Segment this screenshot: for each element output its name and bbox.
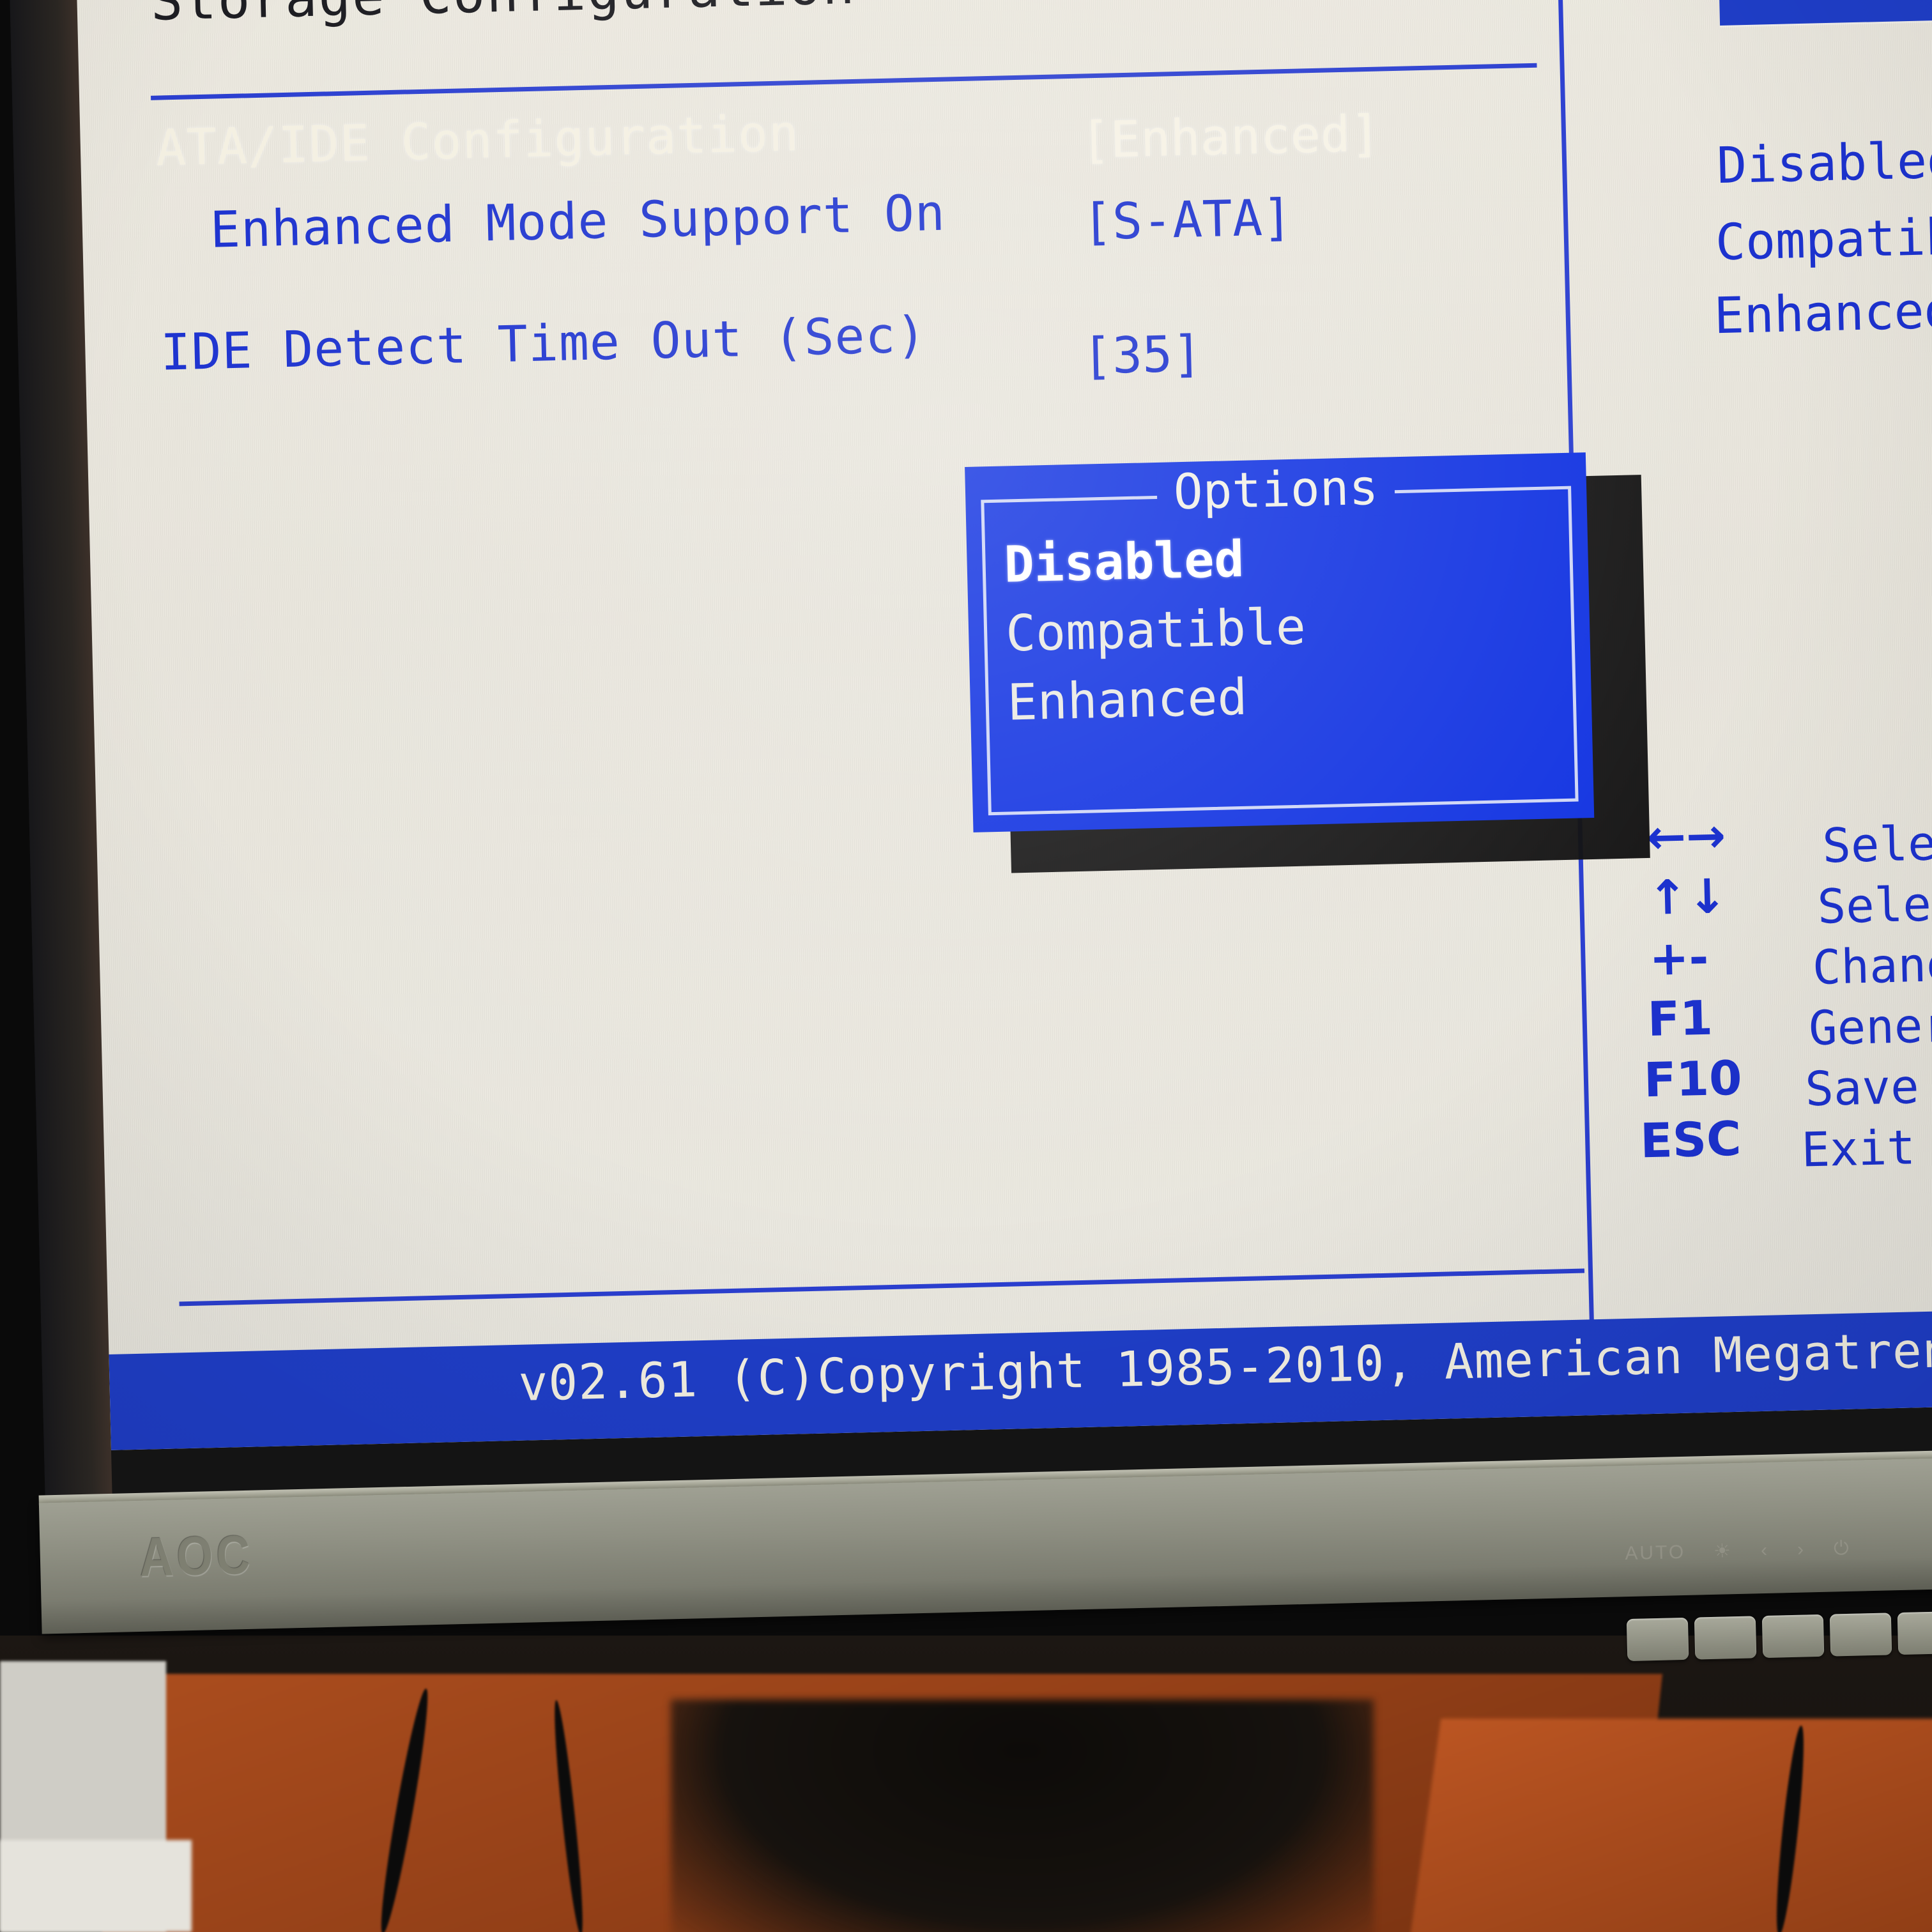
- osd-button-left[interactable]: [1761, 1614, 1825, 1659]
- key-action-select-screen: Select S: [1821, 813, 1932, 874]
- osd-button-auto[interactable]: [1626, 1617, 1689, 1662]
- options-dialog-item-disabled[interactable]: Disabled: [1004, 531, 1245, 594]
- options-dialog-item-enhanced[interactable]: Enhanced: [1007, 669, 1248, 732]
- left-chevron-icon[interactable]: ‹: [1761, 1539, 1770, 1561]
- help-panel-header: Op: [1718, 0, 1932, 26]
- auto-button-label[interactable]: AUTO: [1625, 1541, 1686, 1564]
- key-glyph-left-right: ←→: [1646, 808, 1727, 866]
- key-action-general-help: General H: [1808, 995, 1932, 1057]
- page-title: Storage Configuration: [150, 0, 856, 33]
- wall-left-lower: [0, 1840, 192, 1932]
- osd-button-brightness[interactable]: [1694, 1616, 1757, 1660]
- bios-copyright-text: v02.61 (C)Copyright 1985-2010, American …: [518, 1315, 1932, 1412]
- osd-button-power[interactable]: [1897, 1611, 1932, 1655]
- monitor: Storage Configuration ATA/IDE Configurat…: [0, 0, 1932, 1722]
- key-action-save-and-exit: Save and: [1804, 1057, 1932, 1117]
- title-underline: [151, 63, 1537, 100]
- key-action-select-item: Select I: [1816, 874, 1932, 935]
- power-icon[interactable]: ⏻: [1834, 1537, 1851, 1560]
- help-option-disabled: Disabled: [1716, 132, 1932, 195]
- help-option-enhanced: Enhanced: [1713, 282, 1932, 346]
- setting-value-ide-detect-time-out[interactable]: [35]: [1082, 325, 1203, 385]
- help-option-compatible: Compatible: [1715, 207, 1932, 272]
- under-monitor-shadow: [671, 1699, 1374, 1932]
- bios-ui: Storage Configuration ATA/IDE Configurat…: [76, 0, 1932, 1450]
- setting-label-ata-ide-configuration[interactable]: ATA/IDE Configuration: [155, 105, 800, 178]
- setting-label-ide-detect-time-out[interactable]: IDE Detect Time Out (Sec): [160, 306, 927, 381]
- key-glyph-plus-minus: +-: [1648, 930, 1710, 986]
- key-glyph-esc: ESC: [1639, 1111, 1742, 1169]
- setting-value-enhanced-mode-support-on[interactable]: [S-ATA]: [1082, 189, 1293, 252]
- setting-label-enhanced-mode-support-on[interactable]: Enhanced Mode Support On: [210, 185, 946, 259]
- key-glyph-up-down: ↑↓: [1647, 869, 1728, 926]
- osd-button-right[interactable]: [1829, 1613, 1892, 1657]
- footer-top-rule: [179, 1268, 1585, 1307]
- key-glyph-f1: F1: [1646, 990, 1713, 1048]
- photo-scene: Storage Configuration ATA/IDE Configurat…: [0, 0, 1932, 1932]
- osd-buttons[interactable]: [1626, 1611, 1932, 1662]
- key-action-exit: Exit: [1800, 1120, 1916, 1178]
- help-panel-header-label: Op: [1928, 0, 1932, 17]
- setting-value-ata-ide-configuration[interactable]: [Enhanced]: [1080, 105, 1381, 170]
- right-chevron-icon[interactable]: ›: [1797, 1538, 1806, 1560]
- options-dialog-item-compatible[interactable]: Compatible: [1005, 599, 1307, 663]
- brightness-icon[interactable]: ☀: [1713, 1540, 1733, 1563]
- aoc-logo: AOC: [139, 1524, 254, 1588]
- options-dialog-title: Options: [1156, 458, 1396, 521]
- orange-surface-right: [1408, 1719, 1932, 1932]
- bios-screen: Storage Configuration ATA/IDE Configurat…: [75, 0, 1932, 1450]
- key-glyph-f10: F10: [1643, 1050, 1743, 1108]
- options-dialog[interactable]: Options Disabled Compatible Enhanced: [965, 452, 1595, 832]
- key-action-change-option: Change Op: [1811, 935, 1932, 995]
